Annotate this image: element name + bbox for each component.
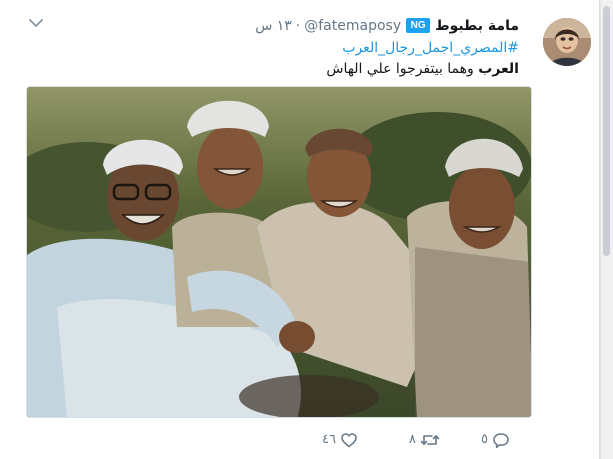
timestamp[interactable]: ١٣ س	[255, 18, 292, 34]
display-name[interactable]: مامة بطبوط	[435, 18, 519, 34]
heart-icon	[340, 431, 358, 449]
scrollbar-thumb[interactable]	[603, 6, 610, 256]
retweet-icon	[420, 431, 440, 449]
like-button[interactable]: ٤٦	[320, 428, 358, 452]
chevron-down-icon[interactable]	[27, 14, 45, 32]
username[interactable]: @fatemaposy	[304, 18, 401, 34]
tweet-text-rest: وهما بيتفرجوا علي الهاش	[326, 61, 479, 77]
hashtag-link[interactable]: #المصري_اجمل_رجال_العرب	[99, 38, 519, 58]
reply-count: ٥	[481, 432, 488, 447]
tweet-media-photo[interactable]	[26, 86, 532, 418]
tweet-actions: ٥ ٨ ٤٦	[300, 428, 540, 452]
tweet-card[interactable]: مامة بطبوطNG @fatemaposy·١٣ س #المصري_اجم…	[0, 0, 600, 459]
tweet-text-bold: العرب	[478, 61, 519, 77]
reply-icon	[492, 431, 510, 449]
separator-dot: ·	[295, 18, 301, 34]
avatar[interactable]	[543, 18, 591, 66]
retweet-button[interactable]: ٨	[400, 428, 440, 452]
tweet-header: مامة بطبوطNG @fatemaposy·١٣ س	[139, 16, 519, 36]
timeline-page: مامة بطبوطNG @fatemaposy·١٣ س #المصري_اجم…	[0, 0, 613, 459]
like-count: ٤٦	[322, 432, 336, 447]
retweet-count: ٨	[409, 432, 416, 447]
tweet-text: العرب وهما بيتفرجوا علي الهاش	[99, 59, 519, 79]
reply-button[interactable]: ٥	[472, 428, 510, 452]
verified-badge: NG	[406, 17, 431, 33]
